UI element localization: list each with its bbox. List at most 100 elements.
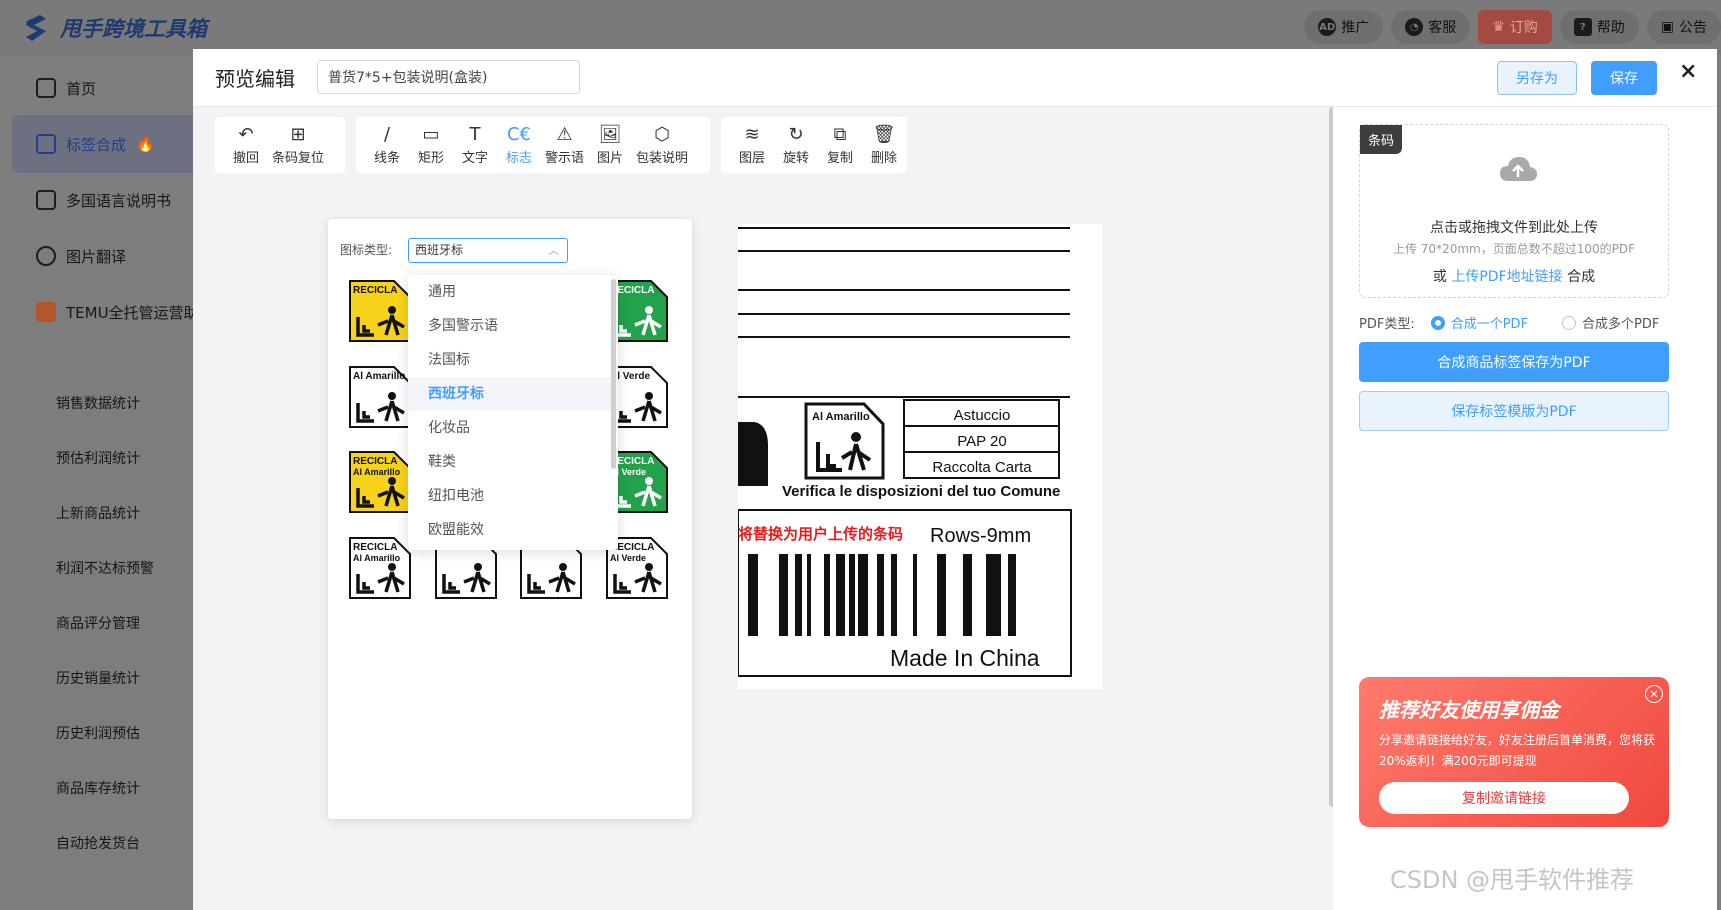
rect-tool[interactable]: ▭ 矩形 [410,120,452,170]
upload-dropzone[interactable]: 条码 点击或拖拽文件到此处上传 上传 70*20mm，页面总数不超过100的PD… [1359,124,1669,298]
nav-help[interactable]: ? 帮助 [1559,10,1639,44]
close-icon[interactable]: ✕ [1645,685,1663,703]
translate-icon [36,246,56,266]
recycle-icon-tile[interactable]: RECICLA Al Amarillo [348,450,412,514]
sidebar-sub-item[interactable]: 上新商品统计 [56,503,140,523]
nav-service[interactable]: ◔ 客服 [1391,10,1471,44]
recycle-icon-text: RECICLA [353,285,397,296]
logo-icon [26,15,46,41]
dropdown-option[interactable]: 欧盟能效 [408,513,618,547]
notice-icon: ▣ [1660,19,1674,35]
recycle-icon-tile[interactable]: RECICLA [348,279,412,343]
ce-mark-icon: C€ [506,123,532,145]
referral-promo: 推荐好友使用享佣金 分享邀请链接给好友，好友注册后首单消费，您将获20%返利！满… [1359,677,1669,827]
sidebar-item-temu[interactable]: TEMU全托管运营助 [12,283,193,341]
recycle-icon-subtext: Al Amarillo [353,467,401,477]
sidebar-item-label: 图片翻译 [66,247,127,266]
toolbar-group-history: ↶ 撤回 ⊞ 条码复位 [215,117,345,173]
dropdown-option[interactable]: 化妆品 [408,411,618,445]
dropdown-option-selected[interactable]: 西班牙标 [408,377,618,411]
merge-save-pdf-button[interactable]: 合成商品标签保存为PDF [1359,342,1669,382]
radio-multi-pdf[interactable] [1562,315,1577,330]
app-logo[interactable]: 甩手跨境工具箱 [22,10,207,46]
line-tool[interactable]: / 线条 [366,120,408,170]
headset-icon: ◔ [1405,18,1424,36]
package-icon: ⬡ [654,123,670,145]
multi-pdf-label[interactable]: 合成多个PDF [1582,313,1659,332]
fire-icon: 🔥 [136,135,155,153]
app-name: 甩手跨境工具箱 [60,17,207,41]
recycle-icon-tile[interactable]: Al Amarillo [348,365,412,429]
dropdown-option[interactable]: 鞋类 [408,445,618,479]
sidebar-sub-item[interactable]: 历史利润预估 [56,723,140,743]
dropdown-option[interactable]: 法国标 [408,343,618,377]
single-pdf-label[interactable]: 合成一个PDF [1451,313,1528,332]
sidebar-item-translate[interactable]: 图片翻译 [12,227,193,285]
document-icon [36,190,56,210]
undo-button[interactable]: ↶ 撤回 [225,120,267,170]
recycle-icon-tile[interactable]: RECICLA Al Amarillo [348,536,412,600]
sidebar-sub-item[interactable]: 销售数据统计 [56,393,140,413]
radio-single-pdf[interactable] [1430,315,1445,330]
rotate-tool[interactable]: ↻ 旋转 [775,120,817,170]
sidebar-item-label: 首页 [66,79,97,98]
barcode-reset-button[interactable]: ⊞ 条码复位 [269,120,327,170]
sidebar-item-home[interactable]: 首页 [12,59,193,117]
text-tool[interactable]: T 文字 [454,120,496,170]
upload-pdf-url-link[interactable]: 上传PDF地址链接 [1451,269,1562,285]
save-button[interactable]: 保存 [1591,61,1657,95]
nav-service-label: 客服 [1428,20,1457,36]
delete-label: 删除 [870,150,897,166]
warning-tool[interactable]: ⚠ 警示语 [542,120,587,170]
nav-notice-label: 公告 [1679,20,1707,36]
sidebar-sub-item[interactable]: 自动抢发货台 [56,833,140,853]
dropdown-scrollbar[interactable] [611,279,616,469]
help-icon: ? [1573,18,1592,36]
layer-tool[interactable]: ≋ 图层 [731,120,773,170]
sidebar-sub-item[interactable]: 商品库存统计 [56,778,140,798]
label-canvas[interactable]: Al Amarillo Astuccio PAP 20 Raccolta Car… [737,224,1102,689]
close-icon[interactable]: × [1679,59,1697,84]
dropdown-option[interactable]: 通用 [408,275,618,309]
barcode-reset-label: 条码复位 [272,150,325,166]
image-tool[interactable]: 🖼 图片 [589,120,631,170]
sidebar-item-manual[interactable]: 多国语言说明书 [12,171,193,229]
save-template-pdf-button[interactable]: 保存标签模版为PDF [1359,391,1669,431]
sidebar-sub-item[interactable]: 商品评分管理 [56,613,140,633]
label-barcode-note: 将替换为用户上传的条码 [738,525,903,543]
icon-type-value: 西班牙标 [415,243,464,257]
toolbar-group-edit: ≋ 图层 ↻ 旋转 ⧉ 复制 🗑 删除 [721,117,907,173]
nav-order[interactable]: ♛ 订购 [1478,10,1552,44]
watermark: CSDN @甩手软件推荐 [1390,866,1635,894]
nav-help-label: 帮助 [1596,20,1625,36]
dropdown-option[interactable]: 多国警示语 [408,309,618,343]
delete-tool[interactable]: 🗑 删除 [863,120,905,170]
dropdown-option[interactable]: 纽扣电池 [408,479,618,513]
sidebar-sub-item[interactable]: 预估利润统计 [56,448,140,468]
nav-promote[interactable]: AD 推广 [1304,10,1384,44]
rotate-icon: ↻ [788,123,804,145]
label-made-in: Made In China [890,645,1040,671]
nav-notice[interactable]: ▣ 公告 [1646,10,1721,44]
copy-invite-link-button[interactable]: 复制邀请链接 [1379,782,1629,814]
sidebar-item-label: 多国语言说明书 [66,191,172,210]
copy-icon: ⧉ [833,123,847,145]
label-artwork: Al Amarillo Astuccio PAP 20 Raccolta Car… [737,227,1072,677]
sidebar: 首页 标签合成 🔥 多国语言说明书 图片翻译 TEMU全托管运营助 销售数据统计 … [0,55,193,910]
logo-tool[interactable]: C€ 标志 [498,120,540,170]
image-label: 图片 [597,150,624,166]
canvas-area: ↶ 撤回 ⊞ 条码复位 / 线条 ▭ 矩形 T 文字 C€ 标志 ⚠ 警示语 🖼 图片 ⬡ 包装说… [193,107,1335,910]
copy-tool[interactable]: ⧉ 复制 [819,120,861,170]
preview-edit-modal: 预览编辑 另存为 保存 × ↶ 撤回 ⊞ 条码复位 / 线条 ▭ 矩形 T 文字 C€ 标志… [193,49,1717,910]
temu-icon [36,302,56,322]
packaging-tool[interactable]: ⬡ 包装说明 [633,120,691,170]
icon-type-select[interactable]: 西班牙标 ︿ [408,238,568,263]
recycle-icon-text: RECICLA [353,542,397,553]
icon-picker-panel: 图标类型: 西班牙标 ︿ RECICLA RECICLA Al Amarillo Al … [328,219,692,819]
sidebar-item-label-merge[interactable]: 标签合成 🔥 [12,115,193,173]
save-as-button[interactable]: 另存为 [1497,61,1577,95]
sidebar-sub-item[interactable]: 历史销量统计 [56,668,140,688]
sidebar-sub-item[interactable]: 利润不达标预警 [56,558,154,578]
template-name-input[interactable] [317,60,580,94]
barcode-tag: 条码 [1360,125,1403,154]
